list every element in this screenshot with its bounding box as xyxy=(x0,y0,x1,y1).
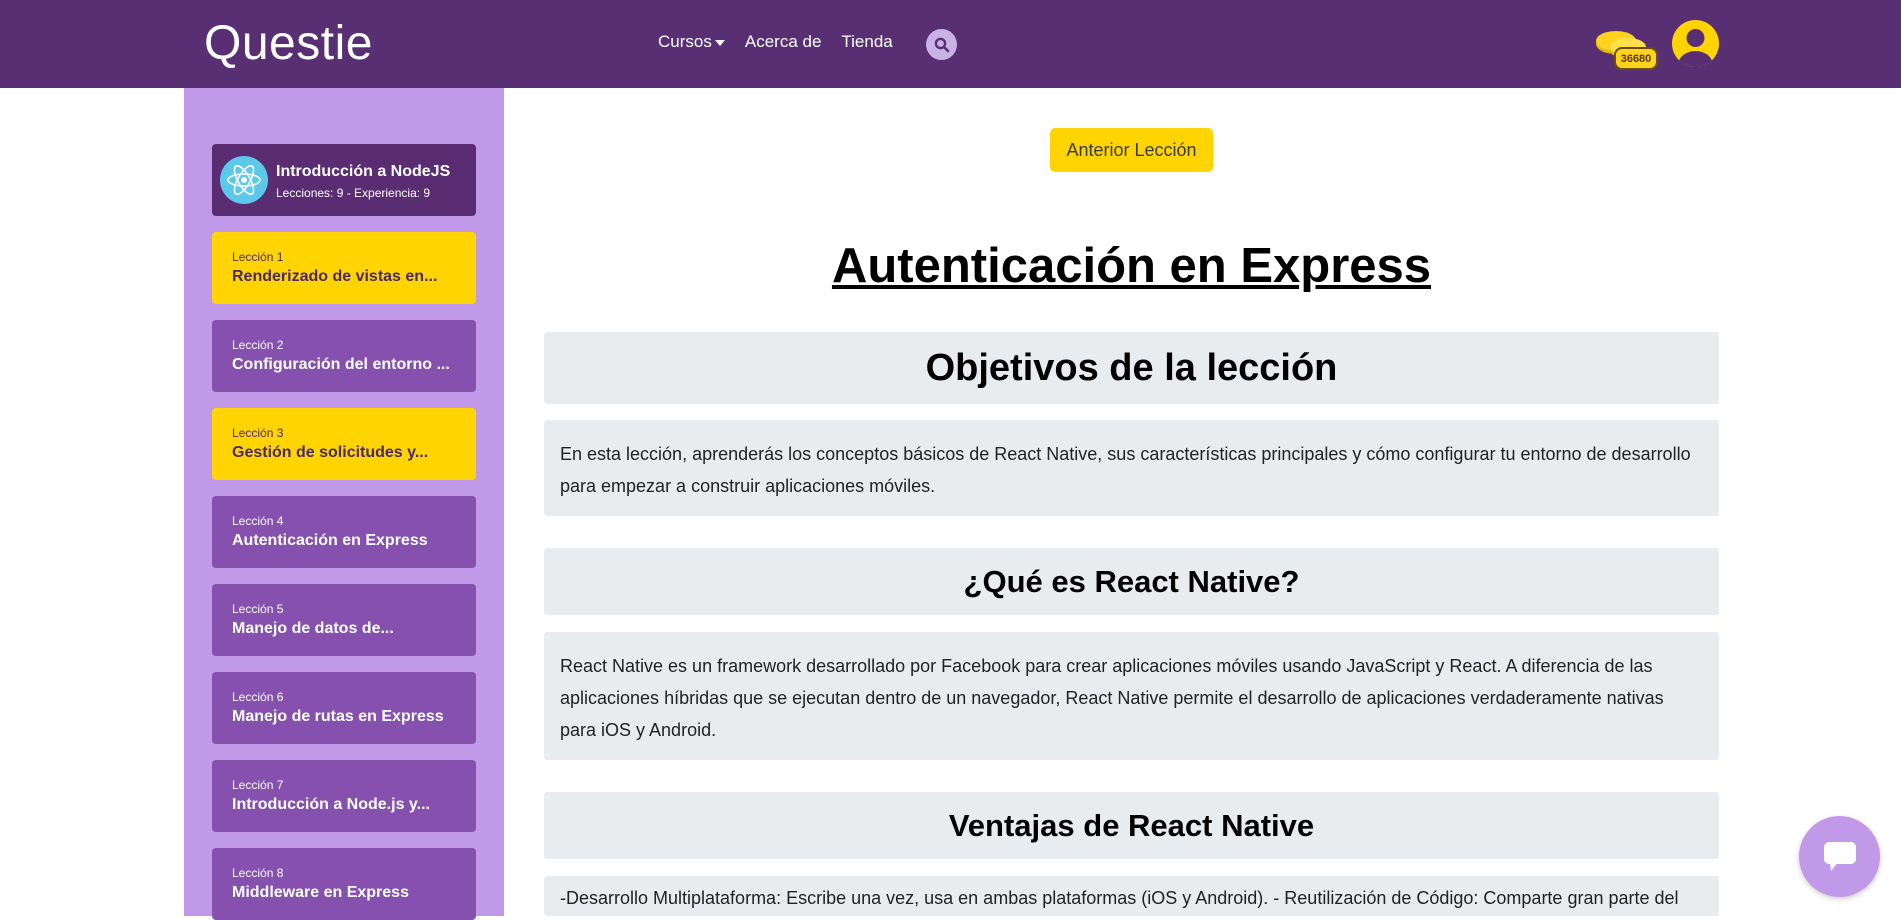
lesson-item-8[interactable]: Lección 8 Middleware en Express xyxy=(212,848,476,920)
lesson-name: Manejo de datos de... xyxy=(232,620,394,637)
course-card[interactable]: Introducción a NodeJS Lecciones: 9 - Exp… xyxy=(212,144,476,216)
lesson-number: Lección 1 xyxy=(232,250,284,264)
lesson-number: Lección 6 xyxy=(232,690,284,704)
nav-cursos-label: Cursos xyxy=(658,32,712,51)
section-heading-objetivos: Objetivos de la lección xyxy=(544,332,1719,404)
section-body-objetivos: En esta lección, aprenderás los concepto… xyxy=(544,420,1719,516)
user-avatar-icon xyxy=(1678,29,1713,67)
lesson-item-5[interactable]: Lección 5 Manejo de datos de... xyxy=(212,584,476,656)
lesson-name: Autenticación en Express xyxy=(232,532,428,549)
search-icon xyxy=(934,37,949,52)
section-body-que-es: React Native es un framework desarrollad… xyxy=(544,632,1719,760)
lesson-item-1[interactable]: Lección 1 Renderizado de vistas en... xyxy=(212,232,476,304)
course-title: Introducción a NodeJS xyxy=(276,163,451,180)
lesson-item-7[interactable]: Lección 7 Introducción a Node.js y... xyxy=(212,760,476,832)
chevron-down-icon xyxy=(714,40,725,46)
course-sidebar: Introducción a NodeJS Lecciones: 9 - Exp… xyxy=(184,88,504,920)
react-logo-icon xyxy=(220,156,268,204)
nav-tienda[interactable]: Tienda xyxy=(841,32,892,52)
top-navbar: Questie Cursos Acerca de Tienda 36680 xyxy=(0,0,1901,88)
search-button[interactable] xyxy=(926,29,957,60)
user-avatar-button[interactable] xyxy=(1672,20,1719,67)
section-body-ventajas: -Desarrollo Multiplataforma: Escribe una… xyxy=(544,876,1719,916)
lesson-number: Lección 7 xyxy=(232,778,284,792)
main-nav: Cursos Acerca de Tienda xyxy=(658,32,893,52)
lesson-name: Introducción a Node.js y... xyxy=(232,796,430,813)
coins-balance: 36680 xyxy=(1614,47,1658,70)
lesson-number: Lección 3 xyxy=(232,426,284,440)
previous-lesson-button[interactable]: Anterior Lección xyxy=(1050,128,1213,172)
nav-cursos-dropdown[interactable]: Cursos xyxy=(658,32,725,52)
lesson-name: Manejo de rutas en Express xyxy=(232,708,444,725)
lesson-name: Renderizado de vistas en... xyxy=(232,268,438,285)
lesson-number: Lección 5 xyxy=(232,602,284,616)
lesson-title: Autenticación en Express xyxy=(831,239,1432,293)
lesson-name: Gestión de solicitudes y... xyxy=(232,444,429,461)
lesson-name: Middleware en Express xyxy=(232,884,409,901)
brand-logo[interactable]: Questie xyxy=(204,16,373,71)
lesson-number: Lección 8 xyxy=(232,866,284,880)
chat-icon xyxy=(1823,841,1856,871)
lesson-item-6[interactable]: Lección 6 Manejo de rutas en Express xyxy=(212,672,476,744)
lesson-item-3[interactable]: Lección 3 Gestión de solicitudes y... xyxy=(212,408,476,480)
lesson-item-4[interactable]: Lección 4 Autenticación en Express xyxy=(212,496,476,568)
chat-button[interactable] xyxy=(1799,816,1880,897)
section-heading-ventajas: Ventajas de React Native xyxy=(544,792,1719,859)
course-meta: Lecciones: 9 - Experiencia: 9 xyxy=(276,186,431,200)
section-heading-que-es: ¿Qué es React Native? xyxy=(544,548,1719,615)
lesson-item-2[interactable]: Lección 2 Configuración del entorno ... xyxy=(212,320,476,392)
lesson-number: Lección 2 xyxy=(232,338,284,352)
nav-acerca-de[interactable]: Acerca de xyxy=(745,32,822,52)
lesson-number: Lección 4 xyxy=(232,514,284,528)
lesson-name: Configuración del entorno ... xyxy=(232,356,450,373)
